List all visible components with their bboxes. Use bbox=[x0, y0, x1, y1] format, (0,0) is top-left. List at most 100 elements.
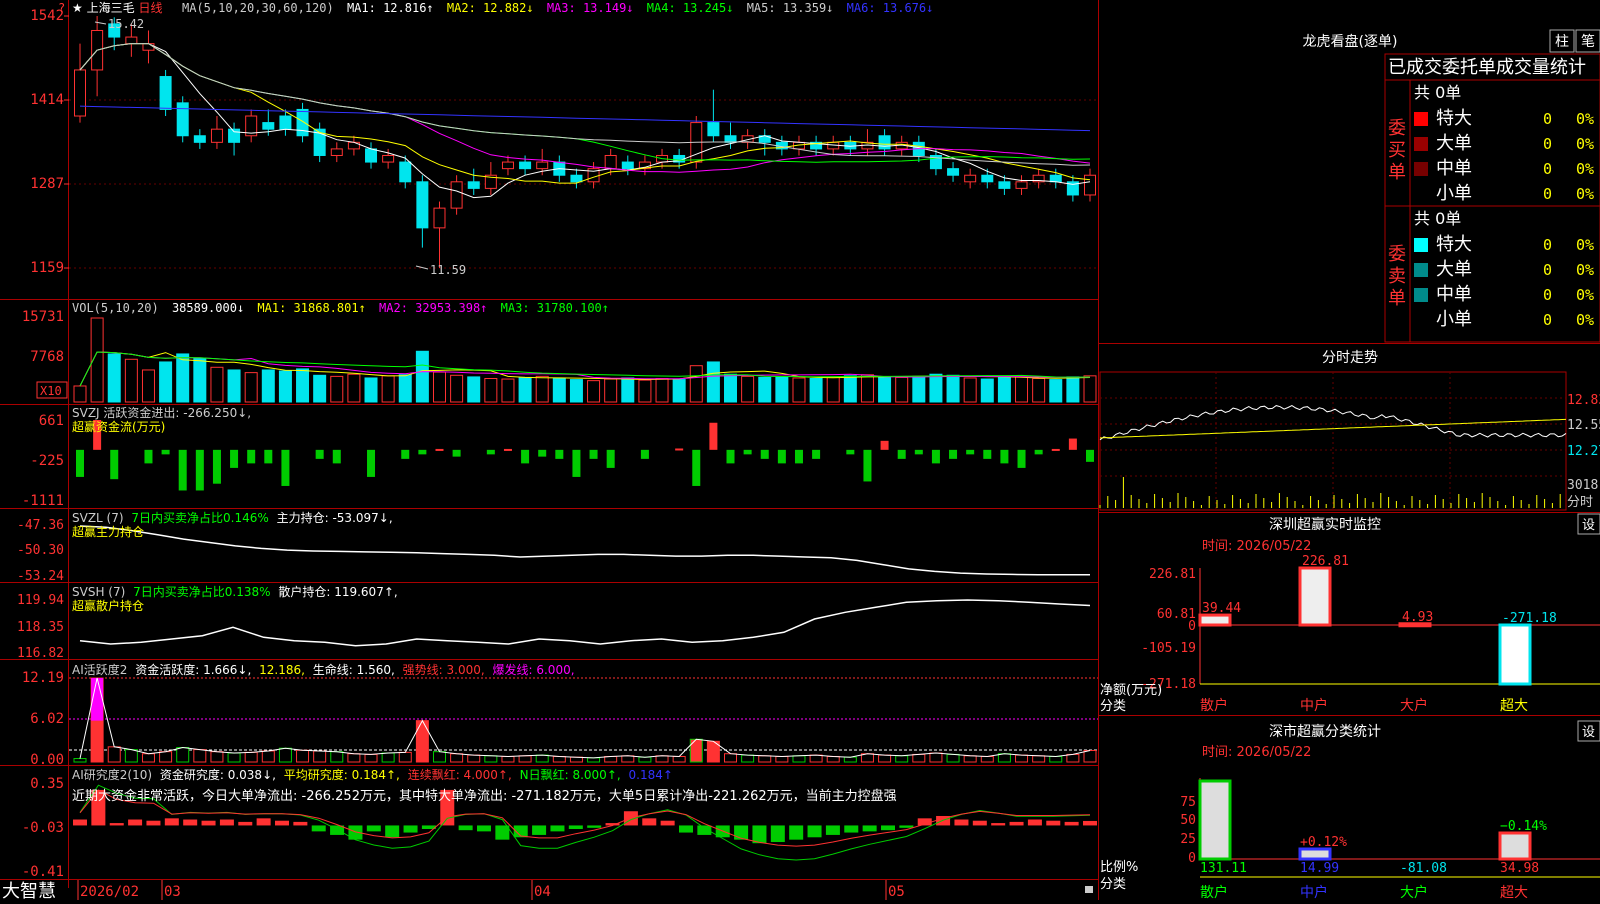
ai1-b: 12.186, bbox=[259, 663, 305, 677]
volume-bar bbox=[73, 385, 87, 403]
volume-bar bbox=[244, 372, 258, 403]
ai2-e: 0.184↑ bbox=[629, 768, 673, 782]
activity-bar bbox=[381, 752, 395, 763]
candle-body bbox=[1049, 174, 1062, 183]
ai1-tick: 12.19 bbox=[22, 670, 64, 686]
research-bar bbox=[146, 820, 161, 826]
volume-bar bbox=[997, 376, 1011, 403]
research-bar bbox=[256, 818, 271, 826]
volume-bar bbox=[792, 377, 806, 403]
svzl-tick: -53.24 bbox=[17, 569, 64, 584]
lhb-swatch bbox=[1414, 313, 1428, 327]
vol-ma3: MA3: 31780.100↑ bbox=[501, 301, 609, 315]
vol-ma1: MA1: 31868.801↑ bbox=[257, 301, 365, 315]
price-panel[interactable]: 1542 1414 1287 1159 15.42 11.59 ? ★ 上海三毛… bbox=[30, 0, 1098, 277]
svg-text:0: 0 bbox=[1188, 619, 1196, 634]
price-tick: 1287 bbox=[30, 176, 64, 192]
monitor-bar bbox=[1198, 613, 1232, 627]
svzj-tick: 661 bbox=[39, 413, 64, 429]
volume-bar bbox=[912, 375, 926, 403]
activity-bar bbox=[1015, 754, 1029, 763]
ma-line bbox=[79, 43, 1091, 166]
research-bar bbox=[366, 825, 381, 832]
ai2-tick: -0.03 bbox=[22, 820, 64, 836]
chart-canvas[interactable]: 1542 1414 1287 1159 15.42 11.59 ? ★ 上海三毛… bbox=[0, 0, 1600, 902]
svsh-tick: 116.82 bbox=[17, 646, 64, 661]
star-icon: ★ bbox=[72, 1, 83, 15]
fund-flow-bar bbox=[949, 449, 958, 459]
volume-bar bbox=[227, 369, 241, 403]
research-bar bbox=[385, 825, 400, 838]
class-bars: +0.12% −0.14% bbox=[1198, 779, 1547, 861]
svzl-tick: -50.30 bbox=[17, 543, 64, 558]
intraday-panel[interactable]: 分时走势 12.83 12.55 12.27 3018 分时 bbox=[1099, 350, 1600, 511]
class-value: -81.08 bbox=[1400, 861, 1447, 876]
lhb-panel[interactable]: 龙虎看盘(逐单) 柱 笔 已成交委托单成交量统计 共 0单委买单特大 0 0%大单 0… bbox=[1303, 29, 1600, 343]
lhb-row-name: 中单 bbox=[1436, 284, 1472, 305]
class-axis: 75 50 25 0 bbox=[1180, 795, 1196, 866]
research-bar bbox=[183, 819, 198, 826]
research-bar bbox=[679, 825, 693, 833]
fund-flow-bar bbox=[1017, 449, 1026, 468]
sz-class-panel[interactable]: 深市超赢分类统计 设 时间: 2026/05/22 75 50 25 0 +0.… bbox=[1100, 720, 1600, 901]
lhb-row-name: 大单 bbox=[1436, 133, 1472, 154]
fund-flow-bar bbox=[794, 449, 803, 464]
svsh-desc: 7日内买卖净占比0.138% bbox=[133, 584, 270, 599]
candle-body bbox=[279, 115, 292, 130]
svg-text:75: 75 bbox=[1180, 795, 1196, 810]
lhb-side-label: 委 bbox=[1388, 244, 1406, 265]
activity-bar bbox=[535, 754, 549, 763]
fund-flow-bar bbox=[332, 449, 341, 464]
ai-research-panel[interactable]: 0.35 -0.03 -0.41 AI研究度2(10) 资金研究度: 0.038… bbox=[22, 767, 1097, 880]
lhb-row-value: 0 bbox=[1543, 286, 1552, 304]
ai2-tick: -0.41 bbox=[22, 864, 64, 880]
intraday-volume bbox=[1099, 477, 1561, 508]
research-bar bbox=[311, 825, 326, 832]
svzl-panel[interactable]: -47.36 -50.30 -53.24 SVZL (7) 7日内买卖净占比0.… bbox=[17, 510, 1090, 584]
sz-monitor-panel[interactable]: 深圳超赢实时监控 设 时间: 2026/05/22 226.81 60.81 0… bbox=[1100, 513, 1600, 714]
volume-bar bbox=[1032, 378, 1046, 403]
fund-flow-bar bbox=[110, 449, 119, 480]
monitor-bars: 39.44 226.81 4.93 -271.18 bbox=[1198, 554, 1557, 686]
volume-bar bbox=[296, 368, 310, 403]
price-tick: 1159 bbox=[30, 260, 64, 276]
vol-tick: 15731 bbox=[22, 309, 64, 325]
ai1-c: 生命线: 1.560, bbox=[313, 662, 395, 677]
fund-flow-bar bbox=[709, 422, 718, 450]
lhb-row-percent: 0% bbox=[1576, 110, 1594, 128]
activity-bar bbox=[758, 755, 772, 763]
monitor-ylabel: 净额(万元) bbox=[1100, 683, 1162, 698]
research-bar bbox=[752, 825, 767, 844]
vol-ma2: MA2: 32953.398↑ bbox=[379, 301, 487, 315]
volume-bar bbox=[347, 373, 361, 403]
fund-flow-bar bbox=[726, 449, 735, 464]
research-bar bbox=[568, 825, 583, 829]
research-bar bbox=[844, 825, 859, 833]
volume-bar bbox=[741, 375, 755, 403]
activity-bars bbox=[73, 677, 1097, 763]
volume-bar bbox=[193, 357, 207, 403]
volume-bar bbox=[724, 373, 738, 403]
monitor-category: 中户 bbox=[1300, 697, 1328, 714]
lhb-row-name: 小单 bbox=[1436, 183, 1472, 204]
volume-bar bbox=[124, 358, 138, 403]
svsh-panel[interactable]: 119.94 118.35 116.82 SVSH (7) 7日内买卖净占比0.… bbox=[17, 584, 1091, 661]
lhb-row-value: 0 bbox=[1543, 110, 1552, 128]
lhb-side-label: 单 bbox=[1388, 162, 1406, 183]
activity-bar bbox=[227, 752, 241, 763]
candle-body bbox=[382, 154, 395, 163]
class-category: 散户 bbox=[1200, 884, 1228, 900]
ai-activity-panel[interactable]: 12.19 6.02 0.00 AI活跃度2 资金活跃度: 1.666↓, 12… bbox=[22, 662, 1098, 768]
fund-flow-bar bbox=[966, 449, 975, 455]
svzl-tick: -47.36 bbox=[17, 518, 64, 533]
ma6-line bbox=[79, 105, 1091, 132]
volume-bar bbox=[775, 376, 789, 403]
svzl-axis: -47.36 -50.30 -53.24 bbox=[17, 518, 64, 584]
lhb-title: 龙虎看盘(逐单) bbox=[1303, 33, 1398, 50]
volume-panel[interactable]: 15731 7768 X10 VOL(5,10,20) 38589.000↓ M… bbox=[22, 301, 1097, 403]
svzj-panel[interactable]: 661 -225 -1111 SVZJ 活跃资金进出: -266.250↓, 超… bbox=[22, 405, 1094, 509]
volume-bar bbox=[1049, 379, 1063, 403]
fund-flow-bar bbox=[931, 449, 940, 464]
candle-body bbox=[981, 174, 994, 183]
fund-flow-bar bbox=[555, 449, 564, 459]
